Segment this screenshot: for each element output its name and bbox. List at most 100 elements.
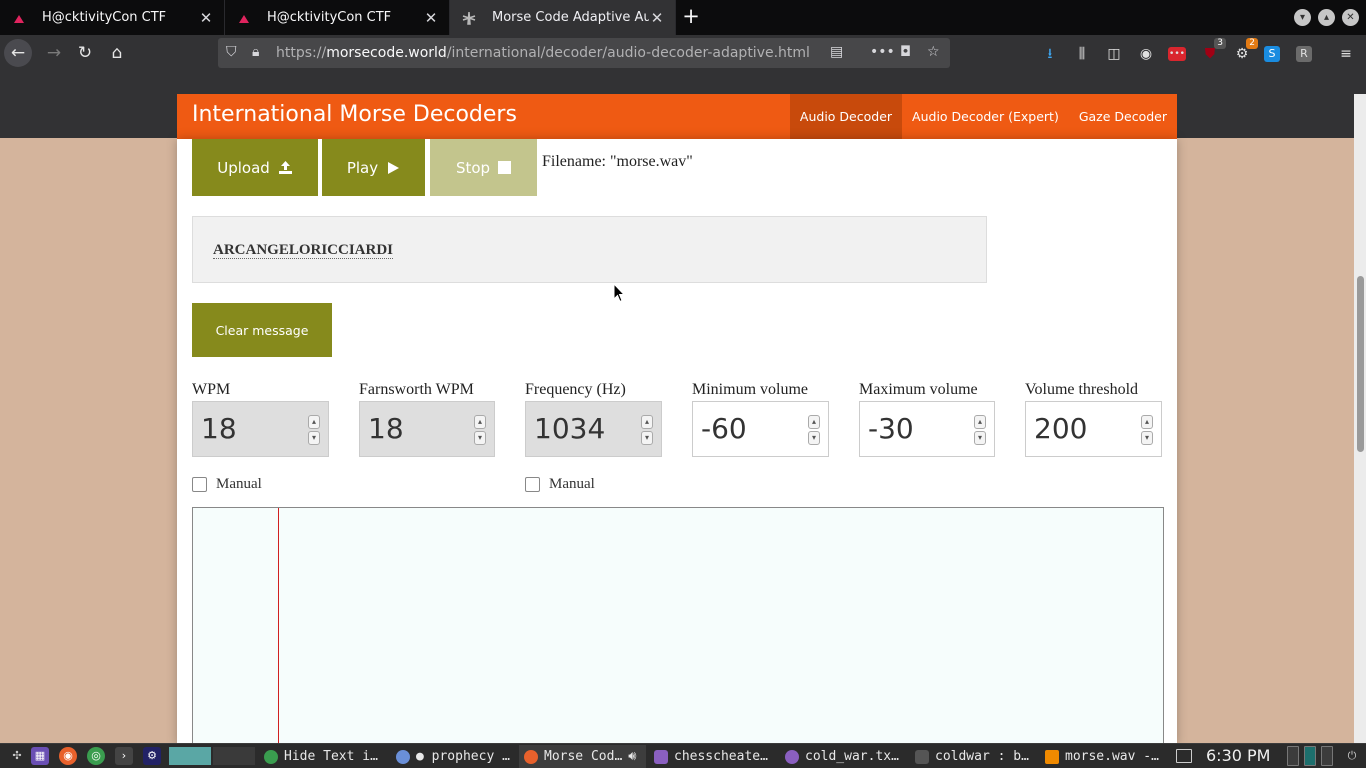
browser-tab-3-active[interactable]: Morse Code Adaptive Aud ✕	[450, 0, 676, 35]
firefox-icon[interactable]: ◉	[59, 747, 77, 765]
farnsworth-wpm-input[interactable]: 18 ▴ ▾	[359, 401, 495, 457]
back-arrow-icon[interactable]: ←	[4, 39, 32, 67]
task-cold-war-txt[interactable]: cold_war.tx…	[780, 745, 906, 768]
terminal-icon[interactable]: ›	[115, 747, 133, 765]
reader-view-icon[interactable]: ▤	[830, 44, 843, 60]
spin-up-icon[interactable]: ▴	[308, 415, 320, 429]
minimize-window-icon[interactable]: ▾	[1294, 9, 1311, 26]
scrollbar-thumb[interactable]	[1357, 276, 1364, 452]
nav-audio-decoder[interactable]: Audio Decoder	[789, 94, 903, 139]
spin-down-icon[interactable]: ▾	[474, 431, 486, 445]
ctf-favicon-icon	[239, 14, 249, 23]
wpm-input[interactable]: 18 ▴ ▾	[192, 401, 329, 457]
ublock-origin-icon[interactable]: ⛊ 3	[1200, 38, 1226, 64]
spin-up-icon[interactable]: ▴	[1141, 415, 1153, 429]
workspace-1[interactable]	[169, 747, 211, 765]
settings-gear-icon[interactable]: ⚙	[143, 747, 161, 765]
pocket-icon[interactable]: ◘	[900, 44, 911, 60]
frequency-spinner[interactable]: ▴ ▾	[641, 415, 653, 445]
bookmark-star-icon[interactable]: ☆	[927, 44, 940, 60]
wpm-spinner[interactable]: ▴ ▾	[308, 415, 320, 445]
power-icon[interactable]: ⏻	[1343, 747, 1361, 765]
lastpass-icon[interactable]: •••	[1168, 47, 1186, 61]
play-button[interactable]: Play	[322, 139, 425, 196]
manual-frequency-checkbox-row[interactable]: Manual	[525, 476, 595, 493]
spin-down-icon[interactable]: ▾	[974, 431, 986, 445]
task-prophecy[interactable]: ● prophecy …	[391, 745, 517, 768]
task-hide-text[interactable]: Hide Text i…	[259, 745, 387, 768]
url-text[interactable]: https://morsecode.world/international/de…	[276, 45, 810, 61]
minimum-volume-spinner[interactable]: ▴ ▾	[808, 415, 820, 445]
extension-icon[interactable]: ⚙ 2	[1232, 38, 1258, 64]
notifications-icon[interactable]	[1176, 749, 1192, 763]
maximum-volume-input[interactable]: -30 ▴ ▾	[859, 401, 995, 457]
url-bar[interactable]: ⛉ 🔒︎ https://morsecode.world/internation…	[218, 38, 950, 68]
task-chesscheater[interactable]: chesscheate…	[649, 745, 777, 768]
r-extension-icon[interactable]: R	[1296, 46, 1312, 62]
spin-down-icon[interactable]: ▾	[641, 431, 653, 445]
spectrogram-canvas[interactable]	[192, 507, 1164, 745]
frequency-input[interactable]: 1034 ▴ ▾	[525, 401, 662, 457]
site-nav: Audio Decoder Audio Decoder (Expert) Gaz…	[789, 94, 1177, 139]
spin-down-icon[interactable]: ▾	[308, 431, 320, 445]
browser-tab-1[interactable]: H@cktivityCon CTF ✕	[0, 0, 225, 35]
s-extension-icon[interactable]: S	[1264, 46, 1280, 62]
site-header: International Morse Decoders Audio Decod…	[177, 94, 1177, 139]
close-tab-icon[interactable]: ✕	[649, 9, 665, 27]
volume-threshold-label: Volume threshold	[1025, 381, 1139, 398]
spin-up-icon[interactable]: ▴	[474, 415, 486, 429]
hamburger-menu-icon[interactable]: ≡	[1336, 44, 1356, 64]
decoded-message-text[interactable]: ARCANGELORICCIARDI	[213, 242, 394, 259]
manual-wpm-label: Manual	[216, 476, 262, 492]
task-morse-code[interactable]: Morse Cod… 🔊︎	[519, 745, 646, 768]
minimum-volume-input[interactable]: -60 ▴ ▾	[692, 401, 829, 457]
close-tab-icon[interactable]: ✕	[423, 9, 439, 27]
browser-tab-2[interactable]: H@cktivityCon CTF ✕	[225, 0, 450, 35]
page-actions-icon[interactable]: •••	[870, 44, 895, 60]
spin-up-icon[interactable]: ▴	[808, 415, 820, 429]
library-icon[interactable]: ⫼	[1072, 44, 1092, 64]
cpu-monitor-icon[interactable]	[1287, 746, 1299, 766]
manual-wpm-checkbox[interactable]	[192, 477, 207, 492]
shield-icon[interactable]: ⛉	[226, 44, 237, 60]
chrome-icon[interactable]: ◎	[87, 747, 105, 765]
maximize-window-icon[interactable]: ▴	[1318, 9, 1335, 26]
nav-audio-decoder-expert[interactable]: Audio Decoder (Expert)	[902, 94, 1069, 139]
taskbar-clock[interactable]: 6:30 PM	[1206, 746, 1270, 765]
spin-up-icon[interactable]: ▴	[974, 415, 986, 429]
stop-button[interactable]: Stop	[430, 139, 537, 196]
home-icon[interactable]: ⌂	[103, 39, 131, 67]
workspace-2[interactable]	[213, 747, 255, 765]
spin-up-icon[interactable]: ▴	[641, 415, 653, 429]
close-tab-icon[interactable]: ✕	[198, 9, 214, 27]
site-title[interactable]: International Morse Decoders	[192, 102, 517, 127]
page-scrollbar[interactable]	[1354, 94, 1366, 745]
volume-threshold-input[interactable]: 200 ▴ ▾	[1025, 401, 1162, 457]
task-morse-wav[interactable]: morse.wav -…	[1040, 745, 1168, 768]
upload-button[interactable]: Upload	[192, 139, 318, 196]
task-coldwar-terminal[interactable]: coldwar : b…	[910, 745, 1038, 768]
lock-icon[interactable]: 🔒︎	[252, 44, 259, 60]
spin-down-icon[interactable]: ▾	[808, 431, 820, 445]
manual-wpm-checkbox-row[interactable]: Manual	[192, 476, 262, 493]
clear-message-button[interactable]: Clear message	[192, 303, 332, 357]
nav-gaze-decoder[interactable]: Gaze Decoder	[1069, 94, 1177, 139]
account-icon[interactable]: ◉	[1136, 44, 1156, 64]
new-tab-icon[interactable]: +	[680, 5, 702, 29]
browser-tab-bar: H@cktivityCon CTF ✕ H@cktivityCon CTF ✕ …	[0, 0, 1366, 35]
reload-icon[interactable]: ↻	[71, 39, 99, 67]
memory-monitor-icon[interactable]	[1304, 746, 1316, 766]
app-menu-icon[interactable]: ✣	[8, 747, 26, 765]
farnsworth-wpm-spinner[interactable]: ▴ ▾	[474, 415, 486, 445]
windmill-favicon-icon	[462, 11, 476, 25]
forward-arrow-icon[interactable]: →	[40, 39, 68, 67]
maximum-volume-spinner[interactable]: ▴ ▾	[974, 415, 986, 445]
spin-down-icon[interactable]: ▾	[1141, 431, 1153, 445]
network-monitor-icon[interactable]	[1321, 746, 1333, 766]
manual-frequency-checkbox[interactable]	[525, 477, 540, 492]
download-icon[interactable]: ⭳	[1040, 44, 1060, 64]
close-window-icon[interactable]: ✕	[1342, 9, 1359, 26]
volume-threshold-spinner[interactable]: ▴ ▾	[1141, 415, 1153, 445]
files-icon[interactable]: ▦	[31, 747, 49, 765]
sidebar-icon[interactable]: ◫	[1104, 44, 1124, 64]
